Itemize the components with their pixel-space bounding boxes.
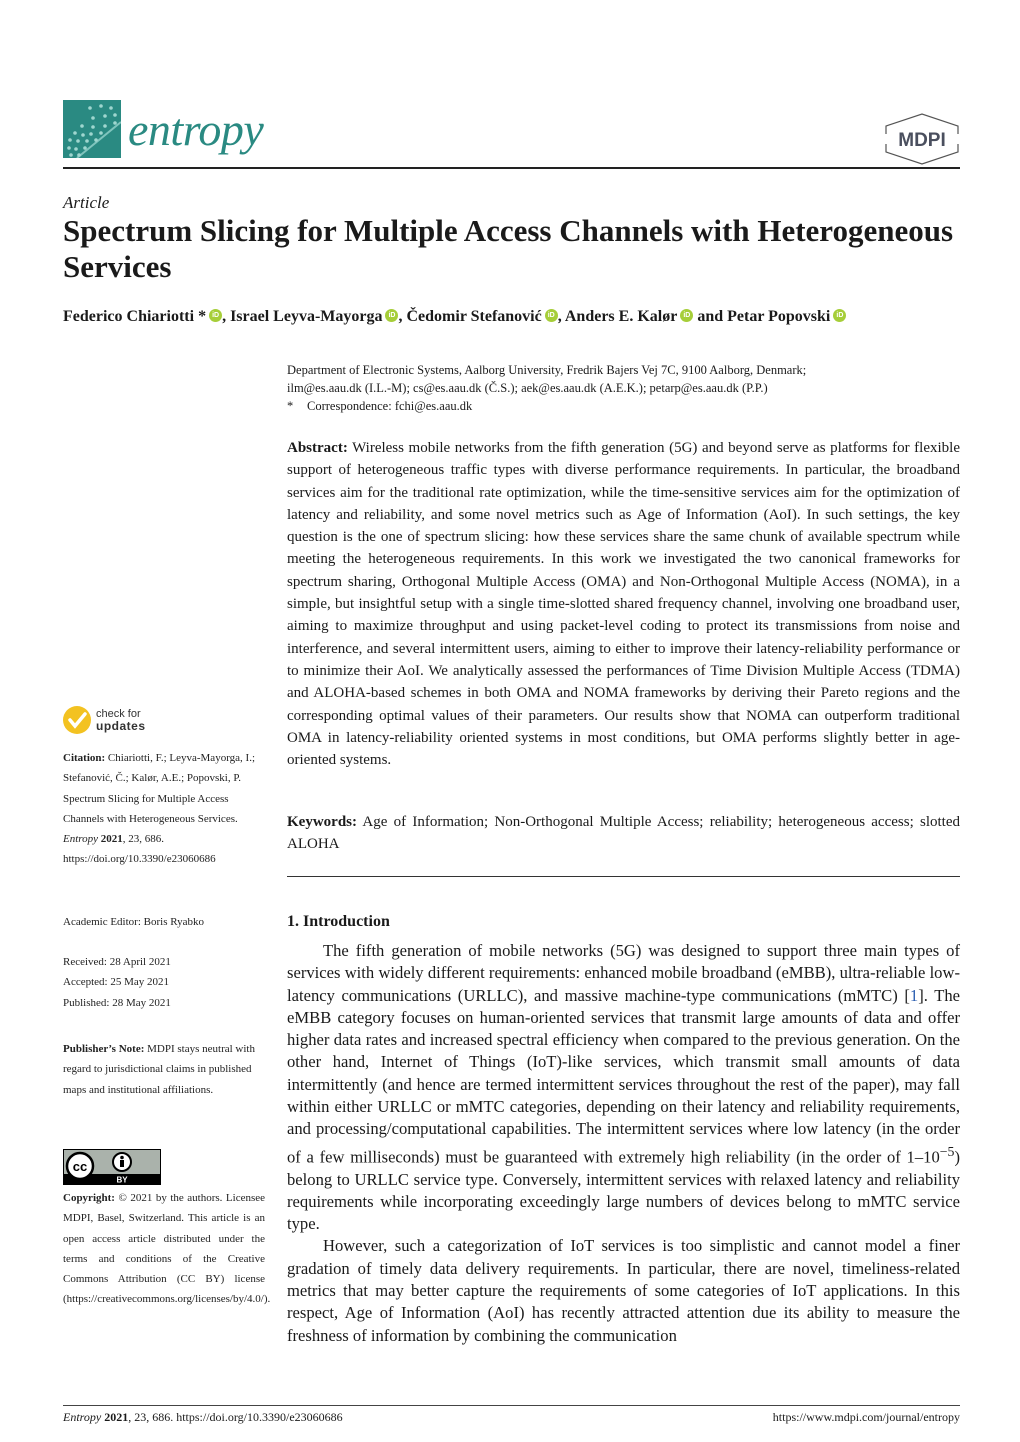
academic-editor: Academic Editor: Boris Ryabko: [63, 916, 205, 928]
footer-doi-link[interactable]: , 23, 686. https://doi.org/10.3390/e2306…: [128, 1410, 342, 1424]
orcid-icon[interactable]: iD: [680, 309, 694, 322]
keywords: Keywords: Age of Information; Non-Orthog…: [287, 811, 960, 856]
footer-divider: [63, 1405, 960, 1406]
footer-journal-url[interactable]: https://www.mdpi.com/journal/entropy: [773, 1410, 960, 1425]
introduction-body: The fifth generation of mobile networks …: [287, 940, 960, 1347]
section-heading: 1. Introduction: [287, 913, 390, 930]
accepted-date: Accepted: 25 May 2021: [63, 976, 169, 989]
author-name[interactable]: Anders E. Kalør: [565, 308, 677, 325]
author-name[interactable]: Petar Popovski: [727, 308, 830, 325]
orcid-icon[interactable]: iD: [209, 309, 223, 322]
journal-name: entropy: [128, 104, 264, 155]
author-name[interactable]: Čedomir Stefanović: [406, 308, 541, 325]
correspondence-marker: *: [287, 399, 294, 413]
section-divider: [287, 876, 960, 877]
article-type: Article: [63, 193, 110, 212]
reference-link[interactable]: 1: [910, 986, 918, 1005]
correspondence: * Correspondence: fchi@es.aau.dk: [287, 397, 967, 415]
received-date: Received: 28 April 2021: [63, 956, 171, 968]
orcid-icon[interactable]: iD: [544, 309, 558, 322]
paragraph: The fifth generation of mobile networks …: [287, 941, 961, 1234]
author-emails: ilm@es.aau.dk (I.L.-M); cs@es.aau.dk (Č.…: [287, 381, 768, 395]
checkmark-icon: [63, 706, 91, 734]
author-list: Federico Chiariotti * iD, Israel Leyva-Ma…: [63, 308, 847, 326]
orcid-icon[interactable]: iD: [385, 309, 399, 322]
journal-logo-icon: [63, 100, 122, 159]
correspondence-email: Correspondence: fchi@es.aau.dk: [307, 399, 473, 413]
abstract-text: Wireless mobile networks from the fifth …: [287, 440, 960, 769]
check-for-updates-button[interactable]: check for updates: [63, 706, 146, 734]
author-name[interactable]: Federico Chiariotti *: [63, 308, 206, 325]
published-date: Published: 28 May 2021: [63, 996, 171, 1009]
citation: Citation: Chiariotti, F.; Leyva-Mayorga,…: [63, 752, 256, 866]
abstract: Abstract: Wireless mobile networks from …: [287, 437, 960, 771]
abstract-label: Abstract:: [287, 440, 348, 456]
paragraph: However, such a categorization of IoT se…: [287, 1236, 960, 1345]
publisher-note: Publisher’s Note: MDPI stays neutral wit…: [63, 1043, 255, 1096]
svg-text:BY: BY: [116, 1176, 128, 1185]
keywords-label: Keywords:: [287, 814, 357, 830]
citation-label: Citation:: [63, 752, 106, 764]
footer-citation: Entropy 2021, 23, 686. https://doi.org/1…: [63, 1410, 343, 1424]
svg-text:cc: cc: [73, 1159, 87, 1174]
orcid-icon[interactable]: iD: [833, 309, 847, 322]
affiliations: Department of Electronic Systems, Aalbor…: [287, 361, 967, 415]
author-name[interactable]: Israel Leyva-Mayorga: [230, 308, 382, 325]
mdpi-logo-icon: MDPI: [884, 112, 960, 166]
article-title: Spectrum Slicing for Multiple Access Cha…: [63, 213, 954, 284]
header-divider: [63, 167, 960, 169]
affiliation-address: Department of Electronic Systems, Aalbor…: [287, 363, 807, 377]
cc-by-license-icon[interactable]: cc BY: [63, 1149, 161, 1185]
keywords-text: Age of Information; Non-Orthogonal Multi…: [287, 814, 960, 853]
publication-dates: Received: 28 April 2021 Accepted: 25 May…: [63, 952, 265, 1013]
copyright-notice: Copyright: © 2021 by the authors. Licens…: [63, 1192, 271, 1306]
svg-text:MDPI: MDPI: [898, 130, 946, 151]
